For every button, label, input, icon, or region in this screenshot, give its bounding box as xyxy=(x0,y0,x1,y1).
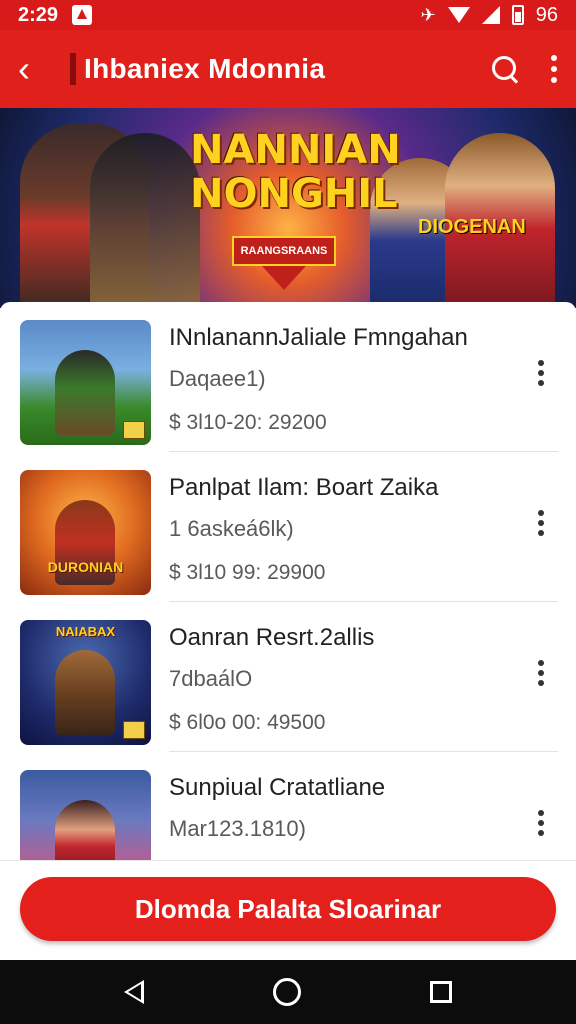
wifi-icon xyxy=(447,7,470,23)
game-list: INnlanannJaliale Fmngahan Daqaee1) $ 3l1… xyxy=(0,302,576,860)
notification-icon xyxy=(72,5,93,25)
battery-icon xyxy=(511,5,524,25)
search-icon[interactable] xyxy=(490,54,520,84)
game-title: Sunpiual Cratatliane xyxy=(169,774,386,801)
banner-character-left-2 xyxy=(90,133,200,308)
thumbnail-label: DURONIAN xyxy=(47,559,124,575)
game-title: Panlpat Ilam: Boart Zaika xyxy=(169,474,439,501)
game-subtitle: 7dbaálO xyxy=(169,666,253,691)
list-item[interactable]: NAIABAX Oanran Resrt.2allis 7dbaálO $ 6l… xyxy=(0,602,576,752)
game-price: $ 3l10-20: 29200 xyxy=(169,411,327,434)
banner-logo: NANNIAN NONGHIL xyxy=(190,127,401,217)
list-item[interactable]: Sunpiual Cratatliane Mar123.1810) xyxy=(0,752,576,860)
status-bar: 2:29 ✈ 96 xyxy=(0,0,576,30)
game-title: INnlanannJaliale Fmngahan xyxy=(169,324,468,351)
nav-back-icon[interactable] xyxy=(124,980,145,1004)
game-subtitle: Mar123.1810) xyxy=(169,816,306,841)
nav-recents-icon[interactable] xyxy=(429,981,452,1003)
list-item[interactable]: DURONIAN Panlpat Ilam: Boart Zaika 1 6as… xyxy=(0,452,576,602)
item-menu-icon[interactable] xyxy=(536,360,546,386)
system-icon: ✈ xyxy=(420,4,436,25)
status-icons: ✈ 96 xyxy=(421,4,558,27)
game-thumbnail[interactable] xyxy=(20,320,151,445)
hero-banner[interactable]: NANNIAN NONGHIL RAANGSRAANS DIOGENAN xyxy=(0,108,576,308)
banner-chevron xyxy=(262,266,306,290)
game-thumbnail[interactable]: DURONIAN xyxy=(20,470,151,595)
banner-ribbon: RAANGSRAANS xyxy=(232,236,336,266)
game-price: $ 6l0o 00: 49500 xyxy=(169,711,326,734)
game-thumbnail[interactable] xyxy=(20,770,151,860)
banner-logo-line1: NANNIAN xyxy=(190,127,401,173)
primary-action-button[interactable]: Dlomda Palalta Sloarinar xyxy=(20,877,556,941)
back-arrow-icon[interactable]: ‹ xyxy=(18,51,54,87)
more-vertical-icon[interactable] xyxy=(550,55,558,83)
game-title: Oanran Resrt.2allis xyxy=(169,624,375,651)
banner-logo-line2: NONGHIL xyxy=(190,171,398,217)
system-nav-bar xyxy=(0,960,576,1024)
item-menu-icon[interactable] xyxy=(536,810,546,836)
app-bar: ‹ Ihbaniex Mdonnia xyxy=(0,30,576,108)
item-menu-icon[interactable] xyxy=(536,660,546,686)
status-time: 2:29 xyxy=(18,3,59,26)
banner-jersey-text: DIOGENAN xyxy=(418,216,526,238)
game-thumbnail[interactable]: NAIABAX xyxy=(20,620,151,745)
game-subtitle: Daqaee1) xyxy=(169,366,266,391)
signal-icon xyxy=(481,6,500,24)
battery-level: 96 xyxy=(535,3,558,26)
list-item[interactable]: INnlanannJaliale Fmngahan Daqaee1) $ 3l1… xyxy=(0,302,576,452)
page-title: Ihbaniex Mdonnia xyxy=(84,53,326,84)
item-menu-icon[interactable] xyxy=(536,510,546,536)
nav-home-icon[interactable] xyxy=(272,978,301,1006)
title-divider xyxy=(70,53,76,85)
thumbnail-label: NAIABAX xyxy=(55,624,116,639)
game-subtitle: 1 6askeá6lk) xyxy=(169,516,294,541)
game-price: $ 3l10 99: 29900 xyxy=(169,561,326,584)
